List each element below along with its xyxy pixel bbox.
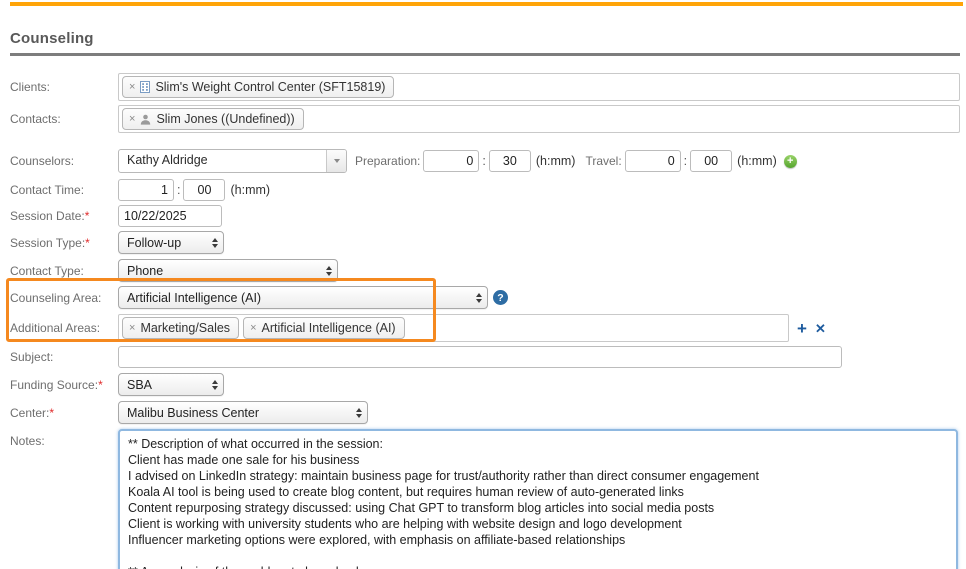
required-mark: *: [85, 236, 90, 250]
person-icon: [140, 114, 151, 125]
chevron-down-icon[interactable]: [326, 150, 346, 172]
additional-area-tag-label: Marketing/Sales: [140, 321, 230, 335]
contact-time-hours-input[interactable]: [118, 179, 174, 201]
subject-input[interactable]: [118, 346, 842, 368]
counselor-selected-value: Kathy Aldridge: [119, 150, 326, 172]
clients-field[interactable]: × Slim's Weight Control Center (SFT15819…: [118, 73, 960, 101]
counseling-area-select[interactable]: Artificial Intelligence (AI): [118, 286, 488, 309]
contacts-field[interactable]: × Slim Jones ((Undefined)): [118, 105, 960, 133]
contact-tag: × Slim Jones ((Undefined)): [122, 108, 304, 130]
preparation-unit-label: (h:mm): [536, 154, 576, 168]
remove-area-icon[interactable]: ×: [250, 323, 256, 334]
center-label: Center:*: [10, 406, 118, 420]
contact-type-label: Contact Type:: [10, 264, 118, 278]
additional-areas-field[interactable]: × Marketing/Sales × Artificial Intellige…: [118, 314, 789, 342]
required-mark: *: [49, 406, 54, 420]
counseling-area-label: Counseling Area:: [10, 291, 118, 305]
client-tag: × Slim's Weight Control Center (SFT15819…: [122, 76, 394, 98]
session-date-label: Session Date:*: [10, 209, 118, 223]
notes-label: Notes:: [10, 429, 118, 448]
additional-areas-label: Additional Areas:: [10, 321, 118, 335]
building-icon: [140, 81, 150, 93]
funding-source-select[interactable]: SBA: [118, 373, 224, 396]
session-type-select[interactable]: Follow-up: [118, 231, 224, 254]
remove-area-icon[interactable]: ×: [129, 323, 135, 334]
subject-label: Subject:: [10, 350, 118, 364]
notes-textarea[interactable]: ** Description of what occurred in the s…: [118, 429, 958, 569]
session-type-row: Session Type:* Follow-up: [10, 231, 960, 254]
session-type-selected-value: Follow-up: [127, 236, 181, 250]
center-row: Center:* Malibu Business Center: [10, 401, 960, 424]
travel-label: Travel:: [585, 154, 621, 168]
session-date-input[interactable]: [118, 205, 222, 227]
funding-source-label: Funding Source:*: [10, 378, 118, 392]
top-accent-bar: [10, 2, 963, 6]
blue-x-icon[interactable]: ✕: [815, 322, 826, 335]
up-down-stepper-icon: [350, 408, 367, 418]
travel-minutes-input[interactable]: [690, 150, 732, 172]
travel-hours-input[interactable]: [625, 150, 681, 172]
counseling-session-form: Counseling Clients: × Slim's Weight Cont…: [0, 0, 966, 569]
up-down-stepper-icon: [206, 238, 223, 248]
session-type-label: Session Type:*: [10, 236, 118, 250]
counselor-combobox[interactable]: Kathy Aldridge: [118, 149, 347, 173]
counselors-label: Counselors:: [10, 154, 118, 168]
notes-row: Notes: ** Description of what occurred i…: [10, 429, 960, 569]
green-plus-icon[interactable]: +: [784, 155, 797, 168]
session-date-row: Session Date:*: [10, 205, 960, 227]
contact-time-unit-label: (h:mm): [230, 183, 270, 197]
time-separator: :: [177, 183, 180, 197]
contact-time-minutes-input[interactable]: [183, 179, 225, 201]
contact-time-label: Contact Time:: [10, 183, 118, 197]
contact-time-row: Contact Time: : (h:mm): [10, 179, 960, 201]
question-mark-icon[interactable]: ?: [493, 290, 508, 305]
up-down-stepper-icon: [206, 380, 223, 390]
clients-label: Clients:: [10, 80, 118, 94]
blue-plus-icon[interactable]: +: [797, 320, 807, 337]
required-mark: *: [85, 209, 90, 223]
additional-area-tag: × Artificial Intelligence (AI): [243, 317, 405, 339]
contacts-label: Contacts:: [10, 112, 118, 126]
additional-area-tag-label: Artificial Intelligence (AI): [262, 321, 396, 335]
up-down-stepper-icon: [320, 266, 337, 276]
subject-row: Subject:: [10, 346, 960, 368]
funding-source-selected-value: SBA: [127, 378, 152, 392]
contact-type-row: Contact Type: Phone: [10, 259, 960, 282]
funding-source-row: Funding Source:* SBA: [10, 373, 960, 396]
additional-areas-row: Additional Areas: × Marketing/Sales × Ar…: [10, 314, 960, 342]
counseling-area-row: Counseling Area: Artificial Intelligence…: [10, 286, 960, 309]
remove-client-icon[interactable]: ×: [129, 82, 135, 93]
travel-unit-label: (h:mm): [737, 154, 777, 168]
preparation-minutes-input[interactable]: [489, 150, 531, 172]
clients-row: Clients: × Slim's Weight Control Center …: [10, 73, 960, 101]
contact-type-selected-value: Phone: [127, 264, 163, 278]
required-mark: *: [98, 378, 103, 392]
additional-area-tag: × Marketing/Sales: [122, 317, 239, 339]
center-select[interactable]: Malibu Business Center: [118, 401, 368, 424]
contact-type-select[interactable]: Phone: [118, 259, 338, 282]
preparation-label: Preparation:: [355, 154, 420, 168]
counseling-area-selected-value: Artificial Intelligence (AI): [127, 291, 261, 305]
time-separator: :: [684, 154, 687, 168]
counselors-row: Counselors: Kathy Aldridge Preparation: …: [10, 149, 960, 173]
page-title: Counseling: [10, 30, 960, 56]
contacts-row: Contacts: × Slim Jones ((Undefined)): [10, 105, 960, 133]
preparation-hours-input[interactable]: [423, 150, 479, 172]
client-tag-label: Slim's Weight Control Center (SFT15819): [155, 80, 385, 94]
contact-tag-label: Slim Jones ((Undefined)): [156, 112, 294, 126]
up-down-stepper-icon: [470, 293, 487, 303]
time-separator: :: [482, 154, 485, 168]
counseling-area-group: Counseling Area: Artificial Intelligence…: [10, 286, 960, 342]
remove-contact-icon[interactable]: ×: [129, 114, 135, 125]
center-selected-value: Malibu Business Center: [127, 406, 259, 420]
